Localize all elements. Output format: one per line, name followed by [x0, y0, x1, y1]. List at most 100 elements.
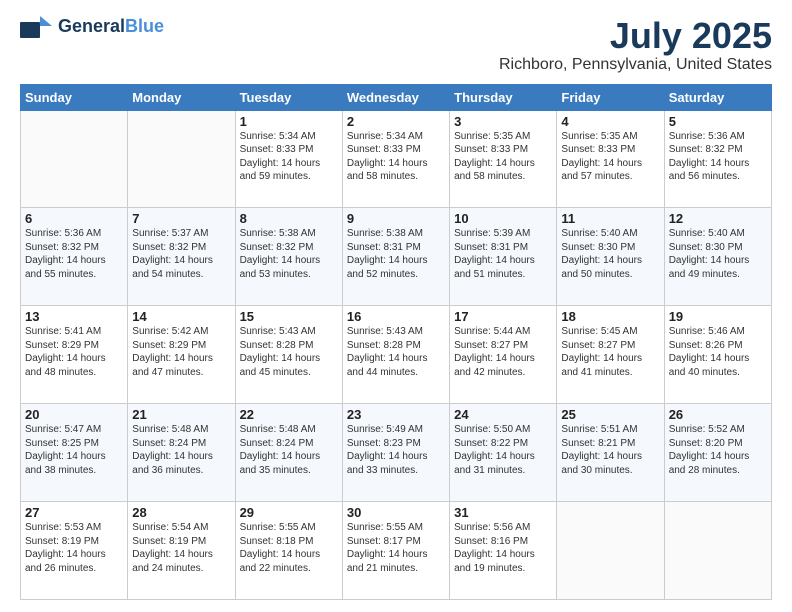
day-info: Sunrise: 5:37 AM Sunset: 8:32 PM Dayligh…	[132, 227, 230, 281]
day-info: Sunrise: 5:54 AM Sunset: 8:19 PM Dayligh…	[132, 521, 230, 575]
calendar-cell: 14Sunrise: 5:42 AM Sunset: 8:29 PM Dayli…	[128, 306, 235, 404]
calendar-cell: 26Sunrise: 5:52 AM Sunset: 8:20 PM Dayli…	[664, 404, 771, 502]
logo: GeneralBlue	[20, 16, 164, 38]
day-info: Sunrise: 5:44 AM Sunset: 8:27 PM Dayligh…	[454, 325, 552, 379]
calendar-cell: 21Sunrise: 5:48 AM Sunset: 8:24 PM Dayli…	[128, 404, 235, 502]
day-number: 1	[240, 114, 338, 129]
weekday-header: Sunday	[21, 84, 128, 110]
day-info: Sunrise: 5:55 AM Sunset: 8:18 PM Dayligh…	[240, 521, 338, 575]
day-info: Sunrise: 5:42 AM Sunset: 8:29 PM Dayligh…	[132, 325, 230, 379]
day-info: Sunrise: 5:34 AM Sunset: 8:33 PM Dayligh…	[347, 130, 445, 184]
logo-text: GeneralBlue	[58, 17, 164, 37]
weekday-header: Monday	[128, 84, 235, 110]
day-number: 31	[454, 505, 552, 520]
calendar-week-row: 1Sunrise: 5:34 AM Sunset: 8:33 PM Daylig…	[21, 110, 772, 208]
day-number: 3	[454, 114, 552, 129]
day-number: 15	[240, 309, 338, 324]
day-number: 9	[347, 211, 445, 226]
day-info: Sunrise: 5:50 AM Sunset: 8:22 PM Dayligh…	[454, 423, 552, 477]
day-info: Sunrise: 5:56 AM Sunset: 8:16 PM Dayligh…	[454, 521, 552, 575]
day-info: Sunrise: 5:52 AM Sunset: 8:20 PM Dayligh…	[669, 423, 767, 477]
calendar-week-row: 13Sunrise: 5:41 AM Sunset: 8:29 PM Dayli…	[21, 306, 772, 404]
day-number: 6	[25, 211, 123, 226]
day-number: 7	[132, 211, 230, 226]
page: GeneralBlue July 2025 Richboro, Pennsylv…	[0, 0, 792, 612]
day-number: 4	[561, 114, 659, 129]
calendar-cell	[128, 110, 235, 208]
calendar-cell: 15Sunrise: 5:43 AM Sunset: 8:28 PM Dayli…	[235, 306, 342, 404]
day-info: Sunrise: 5:53 AM Sunset: 8:19 PM Dayligh…	[25, 521, 123, 575]
calendar-cell: 8Sunrise: 5:38 AM Sunset: 8:32 PM Daylig…	[235, 208, 342, 306]
calendar-cell: 24Sunrise: 5:50 AM Sunset: 8:22 PM Dayli…	[450, 404, 557, 502]
calendar-cell: 16Sunrise: 5:43 AM Sunset: 8:28 PM Dayli…	[342, 306, 449, 404]
day-info: Sunrise: 5:45 AM Sunset: 8:27 PM Dayligh…	[561, 325, 659, 379]
day-number: 5	[669, 114, 767, 129]
day-info: Sunrise: 5:36 AM Sunset: 8:32 PM Dayligh…	[25, 227, 123, 281]
day-number: 27	[25, 505, 123, 520]
calendar-cell: 25Sunrise: 5:51 AM Sunset: 8:21 PM Dayli…	[557, 404, 664, 502]
day-number: 24	[454, 407, 552, 422]
day-number: 19	[669, 309, 767, 324]
day-info: Sunrise: 5:34 AM Sunset: 8:33 PM Dayligh…	[240, 130, 338, 184]
calendar-cell: 28Sunrise: 5:54 AM Sunset: 8:19 PM Dayli…	[128, 502, 235, 600]
calendar-cell: 5Sunrise: 5:36 AM Sunset: 8:32 PM Daylig…	[664, 110, 771, 208]
month-title: July 2025	[499, 16, 772, 56]
calendar-cell: 30Sunrise: 5:55 AM Sunset: 8:17 PM Dayli…	[342, 502, 449, 600]
day-info: Sunrise: 5:39 AM Sunset: 8:31 PM Dayligh…	[454, 227, 552, 281]
calendar-cell: 27Sunrise: 5:53 AM Sunset: 8:19 PM Dayli…	[21, 502, 128, 600]
calendar-cell: 18Sunrise: 5:45 AM Sunset: 8:27 PM Dayli…	[557, 306, 664, 404]
day-number: 29	[240, 505, 338, 520]
day-info: Sunrise: 5:43 AM Sunset: 8:28 PM Dayligh…	[347, 325, 445, 379]
calendar-header-row: SundayMondayTuesdayWednesdayThursdayFrid…	[21, 84, 772, 110]
calendar-cell: 7Sunrise: 5:37 AM Sunset: 8:32 PM Daylig…	[128, 208, 235, 306]
day-number: 16	[347, 309, 445, 324]
day-number: 11	[561, 211, 659, 226]
day-number: 14	[132, 309, 230, 324]
logo-icon	[20, 16, 52, 38]
day-info: Sunrise: 5:48 AM Sunset: 8:24 PM Dayligh…	[132, 423, 230, 477]
weekday-header: Saturday	[664, 84, 771, 110]
calendar-cell: 19Sunrise: 5:46 AM Sunset: 8:26 PM Dayli…	[664, 306, 771, 404]
day-info: Sunrise: 5:55 AM Sunset: 8:17 PM Dayligh…	[347, 521, 445, 575]
weekday-header: Friday	[557, 84, 664, 110]
day-info: Sunrise: 5:49 AM Sunset: 8:23 PM Dayligh…	[347, 423, 445, 477]
day-number: 12	[669, 211, 767, 226]
calendar-cell	[21, 110, 128, 208]
calendar-cell: 29Sunrise: 5:55 AM Sunset: 8:18 PM Dayli…	[235, 502, 342, 600]
calendar-week-row: 27Sunrise: 5:53 AM Sunset: 8:19 PM Dayli…	[21, 502, 772, 600]
weekday-header: Wednesday	[342, 84, 449, 110]
calendar-cell: 13Sunrise: 5:41 AM Sunset: 8:29 PM Dayli…	[21, 306, 128, 404]
day-info: Sunrise: 5:35 AM Sunset: 8:33 PM Dayligh…	[561, 130, 659, 184]
day-info: Sunrise: 5:41 AM Sunset: 8:29 PM Dayligh…	[25, 325, 123, 379]
day-number: 13	[25, 309, 123, 324]
calendar-cell: 20Sunrise: 5:47 AM Sunset: 8:25 PM Dayli…	[21, 404, 128, 502]
calendar-table: SundayMondayTuesdayWednesdayThursdayFrid…	[20, 84, 772, 600]
calendar-cell: 12Sunrise: 5:40 AM Sunset: 8:30 PM Dayli…	[664, 208, 771, 306]
calendar-cell: 11Sunrise: 5:40 AM Sunset: 8:30 PM Dayli…	[557, 208, 664, 306]
day-info: Sunrise: 5:36 AM Sunset: 8:32 PM Dayligh…	[669, 130, 767, 184]
calendar-cell: 9Sunrise: 5:38 AM Sunset: 8:31 PM Daylig…	[342, 208, 449, 306]
day-number: 20	[25, 407, 123, 422]
day-info: Sunrise: 5:47 AM Sunset: 8:25 PM Dayligh…	[25, 423, 123, 477]
day-number: 25	[561, 407, 659, 422]
calendar-cell: 17Sunrise: 5:44 AM Sunset: 8:27 PM Dayli…	[450, 306, 557, 404]
day-info: Sunrise: 5:43 AM Sunset: 8:28 PM Dayligh…	[240, 325, 338, 379]
day-number: 18	[561, 309, 659, 324]
calendar-cell: 4Sunrise: 5:35 AM Sunset: 8:33 PM Daylig…	[557, 110, 664, 208]
calendar-cell: 31Sunrise: 5:56 AM Sunset: 8:16 PM Dayli…	[450, 502, 557, 600]
day-info: Sunrise: 5:38 AM Sunset: 8:31 PM Dayligh…	[347, 227, 445, 281]
day-number: 21	[132, 407, 230, 422]
calendar-cell: 10Sunrise: 5:39 AM Sunset: 8:31 PM Dayli…	[450, 208, 557, 306]
weekday-header: Thursday	[450, 84, 557, 110]
day-number: 2	[347, 114, 445, 129]
day-number: 23	[347, 407, 445, 422]
calendar-cell: 1Sunrise: 5:34 AM Sunset: 8:33 PM Daylig…	[235, 110, 342, 208]
day-number: 8	[240, 211, 338, 226]
day-number: 22	[240, 407, 338, 422]
day-info: Sunrise: 5:35 AM Sunset: 8:33 PM Dayligh…	[454, 130, 552, 184]
calendar-cell: 23Sunrise: 5:49 AM Sunset: 8:23 PM Dayli…	[342, 404, 449, 502]
calendar-cell	[557, 502, 664, 600]
calendar-cell: 2Sunrise: 5:34 AM Sunset: 8:33 PM Daylig…	[342, 110, 449, 208]
day-number: 28	[132, 505, 230, 520]
weekday-header: Tuesday	[235, 84, 342, 110]
